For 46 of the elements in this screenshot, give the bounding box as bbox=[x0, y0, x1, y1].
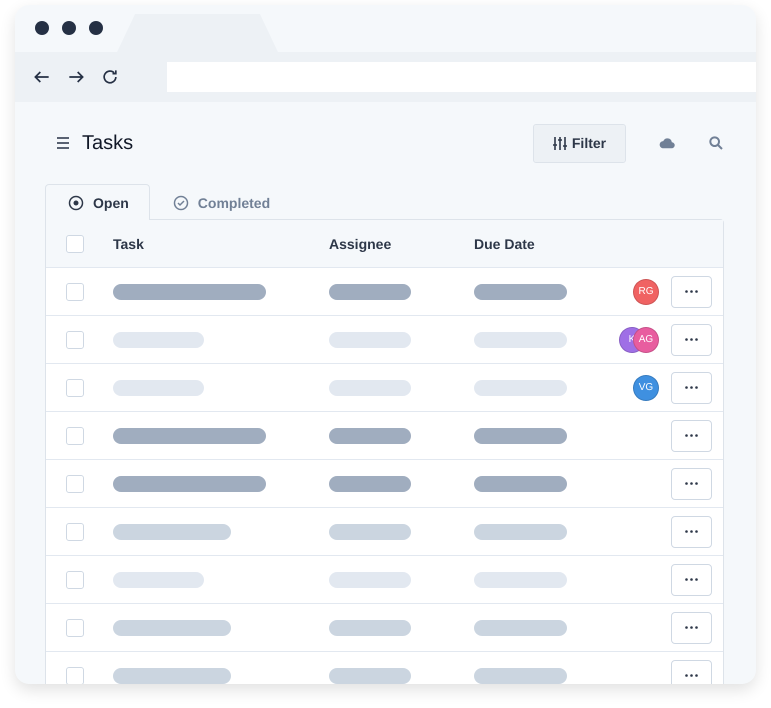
window-dot[interactable] bbox=[89, 21, 103, 35]
more-icon bbox=[685, 290, 698, 293]
row-checkbox[interactable] bbox=[66, 618, 84, 636]
radio-icon bbox=[68, 194, 84, 210]
row-checkbox[interactable] bbox=[66, 474, 84, 492]
tab[interactable]: Open bbox=[45, 184, 150, 220]
more-icon bbox=[685, 482, 698, 485]
row-checkbox[interactable] bbox=[66, 426, 84, 444]
more-button[interactable] bbox=[671, 372, 712, 404]
avatar: RG bbox=[633, 278, 659, 304]
more-icon bbox=[685, 626, 698, 629]
window-dot[interactable] bbox=[35, 21, 49, 35]
menu-icon[interactable] bbox=[56, 137, 70, 149]
more-button[interactable] bbox=[671, 420, 712, 452]
more-button[interactable] bbox=[671, 324, 712, 356]
row-checkbox[interactable] bbox=[66, 378, 84, 396]
more-icon bbox=[685, 434, 698, 437]
tab[interactable]: Completed bbox=[150, 184, 292, 220]
row-checkbox[interactable] bbox=[66, 282, 84, 300]
column-header: Due Date bbox=[474, 236, 536, 252]
search-icon[interactable] bbox=[708, 134, 724, 152]
more-button[interactable] bbox=[671, 564, 712, 596]
row-checkbox[interactable] bbox=[66, 330, 84, 348]
row-checkbox[interactable] bbox=[66, 570, 84, 588]
more-button[interactable] bbox=[671, 660, 712, 684]
more-icon bbox=[685, 338, 698, 341]
check-circle-icon bbox=[172, 194, 189, 210]
more-button[interactable] bbox=[671, 276, 712, 308]
sliders-icon bbox=[552, 136, 567, 150]
avatar: AG bbox=[633, 326, 659, 352]
more-button[interactable] bbox=[671, 468, 712, 500]
column-header: Assignee bbox=[329, 236, 392, 252]
more-icon bbox=[685, 530, 698, 533]
select-all-checkbox[interactable] bbox=[66, 234, 84, 252]
more-button[interactable] bbox=[671, 516, 712, 548]
more-button[interactable] bbox=[671, 612, 712, 644]
more-icon bbox=[685, 674, 698, 677]
row-checkbox[interactable] bbox=[66, 522, 84, 540]
column-header: Task bbox=[113, 236, 145, 252]
page-title: Tasks bbox=[82, 132, 134, 154]
filter-button[interactable]: Filter bbox=[533, 124, 626, 162]
avatar: VG bbox=[633, 374, 659, 400]
more-icon bbox=[685, 578, 698, 581]
row-checkbox[interactable] bbox=[66, 666, 84, 684]
window-dot[interactable] bbox=[62, 21, 76, 35]
more-icon bbox=[685, 386, 698, 389]
